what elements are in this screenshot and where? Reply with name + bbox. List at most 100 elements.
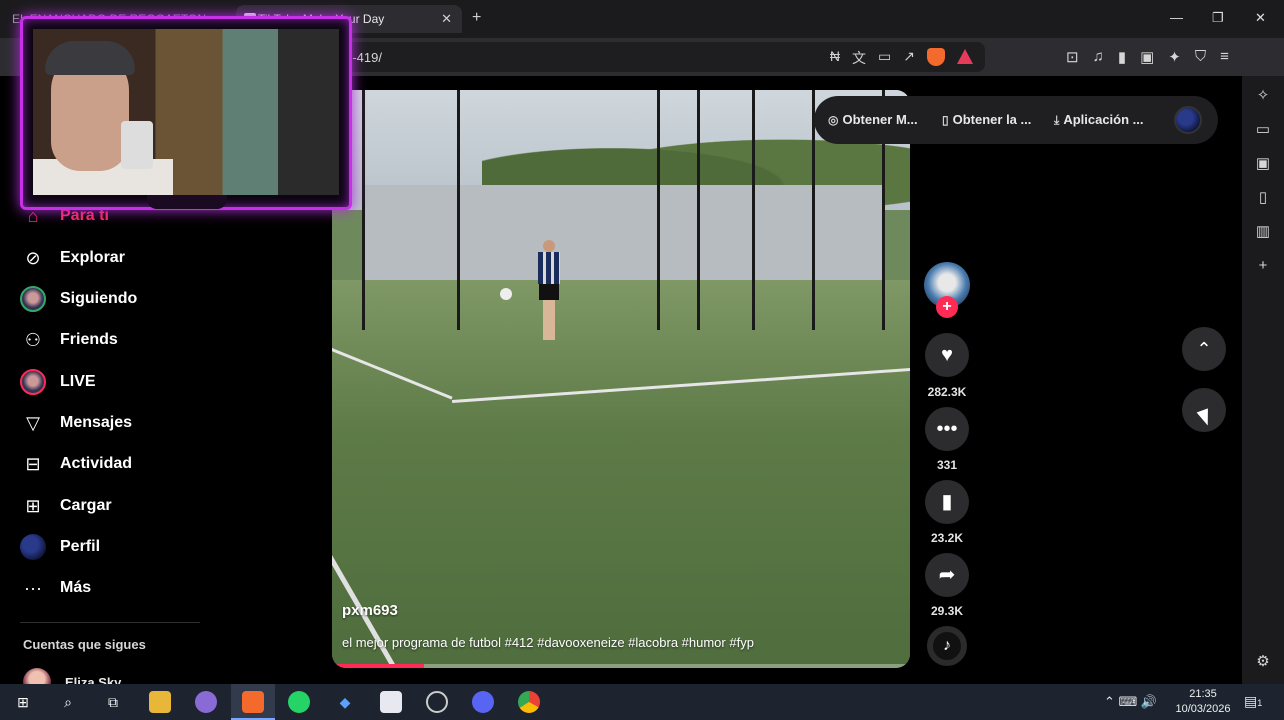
save-button[interactable]: ▮ [925, 480, 969, 524]
system-tray[interactable]: ⌃ ⌨ 🔊 [1104, 694, 1157, 710]
cast-icon[interactable]: ▭ [878, 48, 891, 68]
leo-ai-icon[interactable]: ✧ [1255, 88, 1271, 104]
football [500, 288, 512, 300]
get-app-item-1[interactable]: ◎ Obtener M... [828, 112, 918, 127]
screenshot-icon[interactable]: ⊡ [1066, 48, 1079, 66]
playlist-icon[interactable]: ▭ [1255, 122, 1271, 138]
bookmarks-icon[interactable]: ▯ [1255, 190, 1271, 206]
live-avatar [20, 369, 46, 395]
share-button[interactable]: ➦ [925, 553, 969, 597]
video-progress-bar[interactable] [332, 664, 910, 668]
video-turf [332, 280, 910, 668]
maximize-button[interactable]: ❐ [1212, 10, 1224, 26]
like-count: 282.3K [927, 385, 967, 399]
video-progress-fill [332, 664, 425, 668]
bookmark-icon: ▮ [941, 491, 953, 513]
nav-item-mas[interactable]: ··· Más [20, 574, 91, 602]
nav-label: Perfil [60, 538, 101, 555]
address-bar[interactable]: /es-419/ ₦ 文 ▭ ↗ [325, 42, 985, 72]
following-avatar [20, 286, 46, 312]
taskbar-clock[interactable]: 21:35 10/03/2026 [1168, 687, 1238, 717]
tab-close-icon[interactable]: ✕ [441, 5, 452, 33]
get-app-item-3[interactable]: ⤓ Aplicación ... [1054, 112, 1144, 128]
vpn-icon[interactable]: ⛉ [1195, 48, 1206, 66]
menu-icon[interactable]: ≡ [1220, 48, 1229, 66]
wallet-sidebar-icon[interactable]: ▣ [1255, 156, 1271, 172]
comment-icon: ••• [936, 418, 958, 440]
new-tab-button[interactable]: + [472, 9, 481, 27]
get-app-label-2: Obtener la ... [952, 112, 1032, 127]
send-icon: ▽ [26, 412, 40, 433]
nav-item-explorar[interactable]: ⊘ Explorar [20, 244, 124, 272]
brave-browser-icon[interactable] [242, 691, 264, 713]
video-player[interactable]: pxm693 el mejor programa de futbol #412 … [332, 90, 910, 668]
close-window-button[interactable]: ✕ [1255, 10, 1266, 26]
media-app-icon[interactable] [380, 691, 402, 713]
browser-sidebar: ✧ ▭ ▣ ▯ ▥ + ⚙ [1242, 76, 1284, 684]
task-view-icon[interactable]: ⧉ [102, 691, 124, 713]
share-arrow-icon: ➦ [938, 564, 956, 586]
user-avatar[interactable] [1174, 106, 1202, 134]
translate-icon[interactable]: 文 [852, 48, 866, 68]
player-legs [543, 300, 555, 340]
nav-label: Friends [60, 331, 118, 348]
get-app-label-3: Aplicación ... [1063, 112, 1144, 127]
previous-video-button[interactable]: ⌃ [1182, 327, 1226, 371]
follow-button[interactable]: + [936, 296, 958, 318]
webcam-cap [45, 41, 135, 75]
brave-rewards-icon[interactable] [957, 49, 973, 64]
translate-off-icon[interactable]: ₦ [830, 48, 840, 68]
nav-item-siguiendo[interactable]: Siguiendo [20, 285, 137, 313]
windows-start-icon[interactable]: ⊞ [12, 691, 34, 713]
divider [20, 622, 200, 623]
nav-item-friends[interactable]: ⚇ Friends [20, 326, 118, 354]
fence-post [752, 90, 755, 330]
wallet-icon[interactable]: ▣ [1140, 48, 1154, 66]
notification-center-icon[interactable]: ▤1 [1244, 693, 1262, 710]
heart-icon: ♥ [941, 344, 953, 366]
music-icon[interactable]: ♫ [1093, 48, 1104, 66]
nav-item-cargar[interactable]: ⊞ Cargar [20, 492, 112, 520]
nav-item-actividad[interactable]: ⊟ Actividad [20, 450, 132, 478]
nav-item-mensajes[interactable]: ▽ Mensajes [20, 409, 132, 437]
app-icon[interactable] [195, 691, 217, 713]
nav-item-perfil[interactable]: Perfil [20, 533, 100, 561]
discord-icon[interactable] [472, 691, 494, 713]
nav-item-live[interactable]: LIVE [20, 368, 96, 396]
comment-button[interactable]: ••• [925, 407, 969, 451]
add-panel-icon[interactable]: + [1255, 258, 1271, 274]
fence-post [697, 90, 700, 330]
file-explorer-icon[interactable] [149, 691, 171, 713]
share-count: 29.3K [930, 604, 964, 618]
sidebar-settings-icon[interactable]: ⚙ [1255, 654, 1271, 670]
browser-toolbar-right: ⊡ ♫ ▮ ▣ ✦ ⛉ ≡ [1066, 48, 1229, 66]
nav-label: Cargar [60, 497, 112, 514]
share-icon[interactable]: ↗ [903, 48, 915, 68]
address-bar-icons: ₦ 文 ▭ ↗ [830, 48, 973, 68]
webcam-frame-ornament [147, 195, 227, 209]
brave-shields-icon[interactable] [927, 48, 945, 66]
like-button[interactable]: ♥ [925, 333, 969, 377]
search-icon[interactable]: ⌕ [57, 691, 79, 713]
whatsapp-icon[interactable] [288, 691, 310, 713]
minimize-button[interactable]: — [1170, 10, 1183, 25]
get-app-bar: ◎ Obtener M... ▯ Obtener la ... ⤓ Aplicació… [814, 96, 1218, 144]
reading-list-icon[interactable]: ▥ [1255, 224, 1271, 240]
get-app-label-1: Obtener M... [842, 112, 918, 127]
more-icon: ··· [24, 577, 42, 598]
chrome-icon[interactable] [518, 691, 540, 713]
taskbar: ⊞ ⌕ ⧉ ◆ ⌃ ⌨ 🔊 21:35 10/03/2026 ▤1 [0, 684, 1284, 720]
get-app-item-2[interactable]: ▯ Obtener la ... [942, 112, 1031, 127]
music-disc-icon[interactable]: ♪ [927, 626, 967, 666]
leo-icon[interactable]: ✦ [1168, 48, 1181, 66]
activity-icon: ⊟ [25, 453, 41, 474]
webcam-feed [33, 29, 339, 195]
video-description: el mejor programa de futbol #412 #davoox… [342, 635, 754, 650]
sidebar-icon[interactable]: ▮ [1118, 48, 1126, 66]
comment-count: 331 [936, 458, 958, 472]
player-shorts [539, 284, 559, 300]
app-diamond-icon[interactable]: ◆ [334, 691, 356, 713]
speedometer-app-icon[interactable] [426, 691, 448, 713]
video-author[interactable]: pxm693 [342, 602, 398, 619]
player-head [543, 240, 555, 252]
